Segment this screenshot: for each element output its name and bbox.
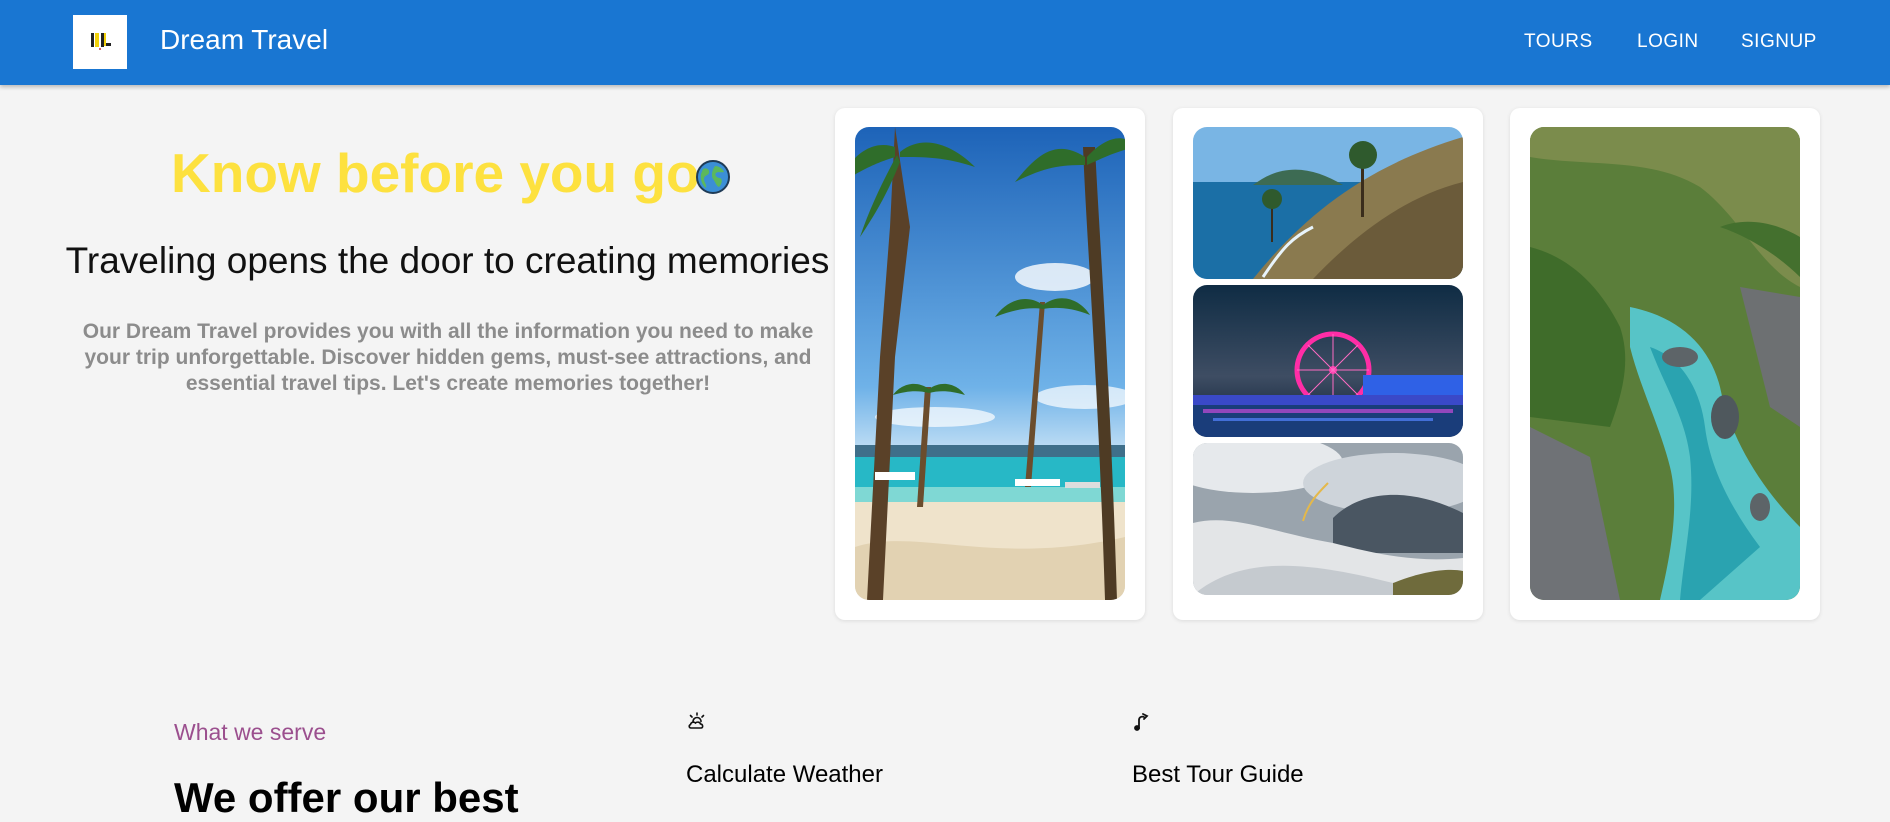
globe-icon (695, 159, 731, 195)
hero-subtitle: Traveling opens the door to creating mem… (65, 240, 830, 281)
hero-description: Our Dream Travel provides you with all t… (82, 320, 814, 395)
beach-palm-photo (855, 127, 1125, 600)
nav-signup-link[interactable]: SIGNUP (1741, 31, 1817, 53)
services-eyebrow: What we serve (174, 719, 327, 745)
nav-tours-link[interactable]: TOURS (1524, 31, 1593, 53)
coastal-hill-photo (1193, 127, 1463, 279)
gallery-card-middle (1173, 108, 1483, 620)
weather-icon (686, 711, 708, 733)
services-title: We offer our best (174, 774, 519, 821)
lagoon-aerial-photo (1530, 127, 1800, 600)
hero-title: Know before you go (171, 142, 700, 204)
app-header: Dream Travel TOURS LOGIN SIGNUP (0, 0, 1890, 85)
service-weather-title: Calculate Weather (686, 761, 883, 788)
route-icon (1132, 711, 1154, 733)
brand-logo-icon[interactable] (73, 15, 127, 69)
gallery-card-right (1510, 108, 1820, 620)
ferris-wheel-night-photo (1193, 285, 1463, 437)
gallery-card-left (835, 108, 1145, 620)
cloudy-mountains-photo (1193, 443, 1463, 595)
nav-login-link[interactable]: LOGIN (1637, 31, 1699, 53)
service-tour-guide-title: Best Tour Guide (1132, 761, 1304, 788)
brand-title[interactable]: Dream Travel (160, 24, 328, 56)
